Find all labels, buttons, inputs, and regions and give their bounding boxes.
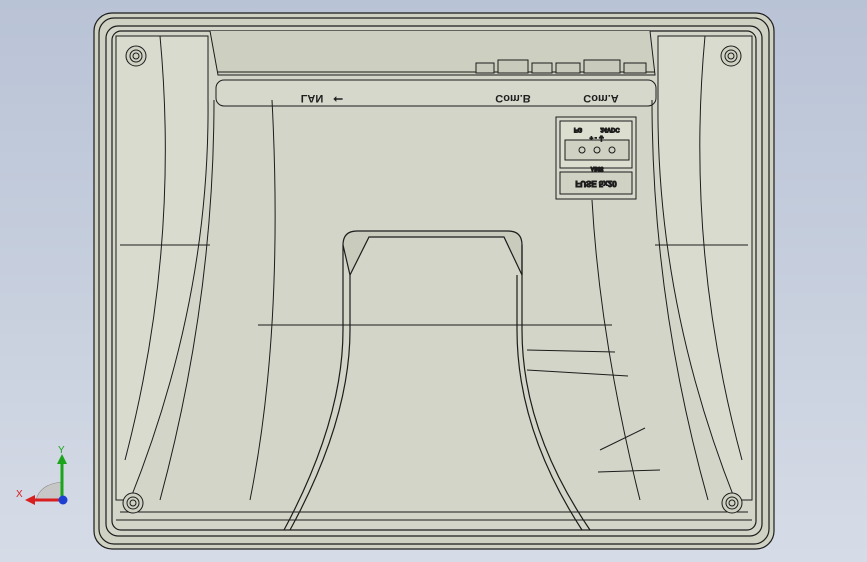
fg-label: FG [574,126,583,132]
screw-bottom-right [721,492,743,514]
x-axis-label: X [16,489,23,500]
voltage-label: 24VDC [600,126,620,132]
terminal-id-label: AB55 [591,165,604,171]
terminal-pins-label: + - ⏚ [590,134,605,141]
usb-port-symbol: ⭠ [333,93,343,107]
screw-bottom-left [122,492,144,514]
triad-plane [35,481,63,501]
z-axis-dot-icon [58,495,68,505]
x-arrowhead-icon [25,495,35,505]
fuse-label: FUSE 5x20 [575,179,617,188]
cad-viewport[interactable]: LAN ⭠ Com.B Com.A 24VDC FG + - ⏚ AB55 FU… [0,0,867,562]
com-a-port-label: Com.A [583,92,619,104]
screw-top-right [720,45,742,67]
y-axis-label: Y [58,445,65,456]
power-terminal-block: 24VDC FG + - ⏚ AB55 FUSE 5x20 [555,116,637,200]
screw-top-left [125,45,147,67]
axis-triad: X Y [16,445,68,505]
lan-port-label: LAN [301,92,324,104]
com-b-port-label: Com.B [495,92,531,104]
